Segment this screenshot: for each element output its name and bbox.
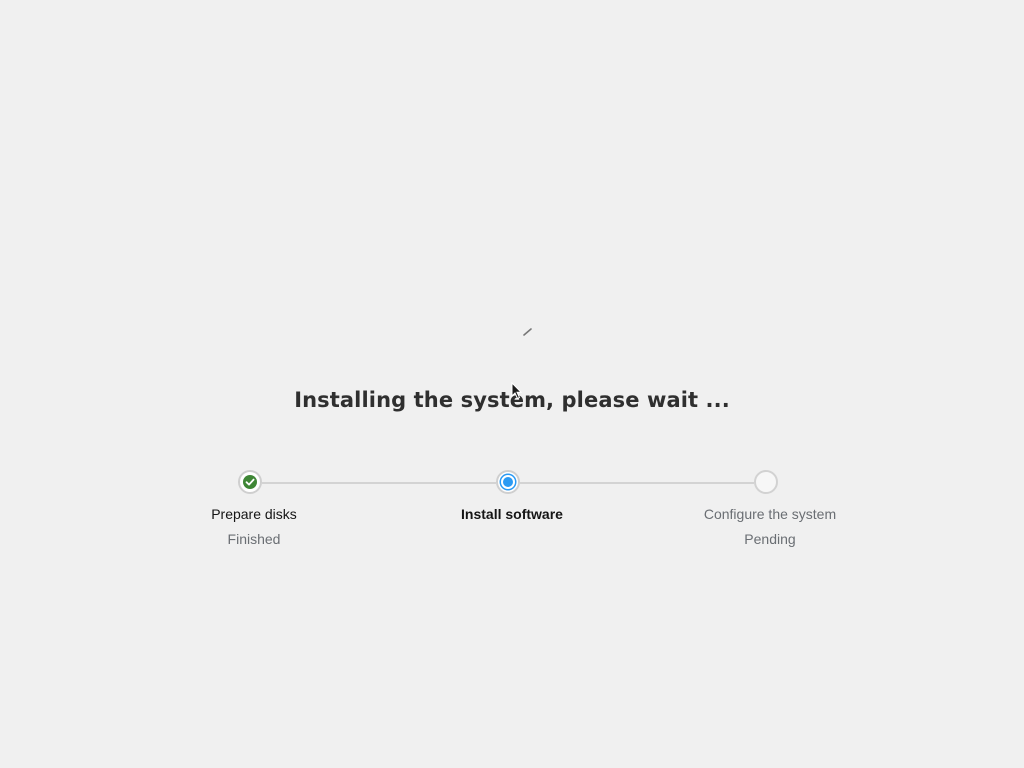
- check-icon: [243, 475, 257, 489]
- step-indicator-prepare-disks: [238, 470, 262, 494]
- step-label-prepare-disks: Prepare disks: [211, 506, 297, 522]
- step-label-install-software: Install software: [461, 506, 563, 522]
- current-step-dot-icon: [501, 475, 515, 489]
- mouse-pointer-icon: [511, 382, 523, 400]
- step-status-prepare-disks: Finished: [227, 531, 281, 547]
- step-indicator-install-software: [496, 470, 520, 494]
- step-connector: [520, 482, 754, 484]
- step-connector: [262, 482, 496, 484]
- step-status-configure-system: Pending: [744, 531, 796, 547]
- step-indicator-configure-system: [754, 470, 778, 494]
- step-label-configure-system: Configure the system: [703, 506, 837, 522]
